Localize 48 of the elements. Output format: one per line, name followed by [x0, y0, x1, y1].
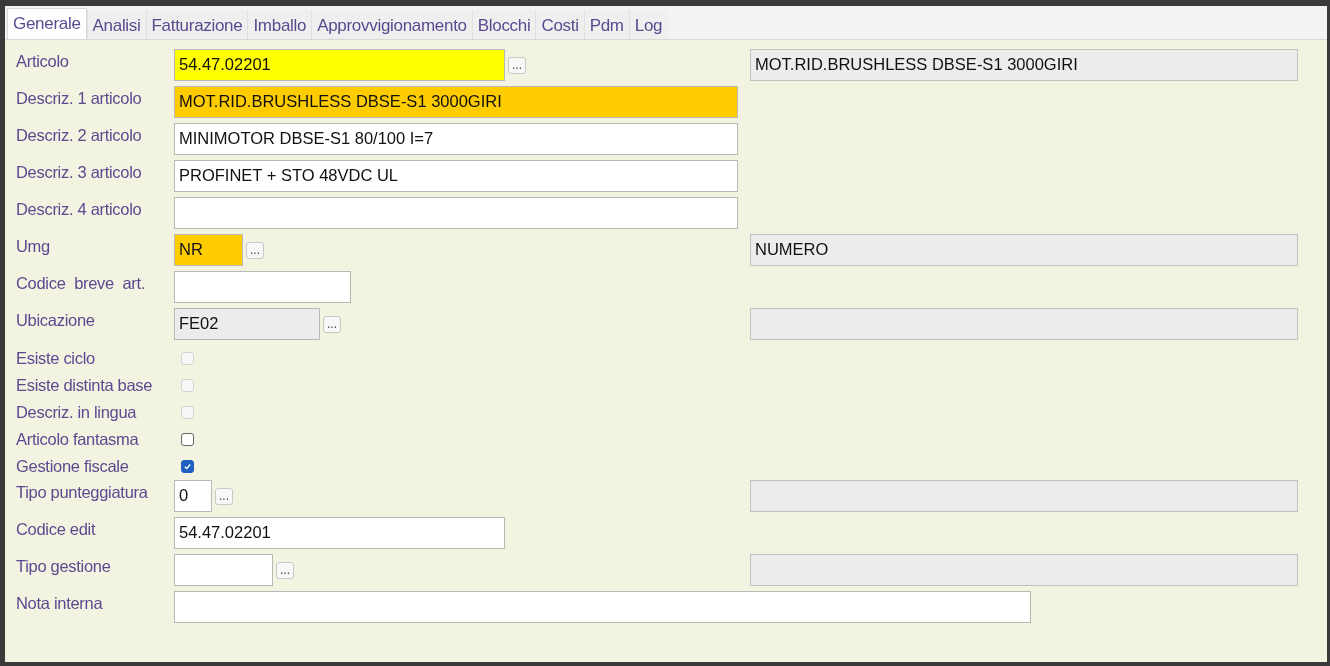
field-label: Descriz. 4 articolo: [15, 199, 143, 219]
tab[interactable]: Generale: [7, 8, 87, 39]
input-field[interactable]: [174, 197, 738, 229]
input-field[interactable]: FE02: [174, 308, 320, 340]
tab[interactable]: Imballo: [247, 10, 312, 39]
description-field: NUMERO: [750, 234, 1298, 266]
lookup-button[interactable]: ...: [276, 561, 294, 579]
field-label: Tipo punteggiatura: [15, 482, 149, 502]
lookup-button[interactable]: ...: [508, 56, 526, 74]
checkbox-label: Esiste ciclo: [15, 349, 96, 368]
tab[interactable]: Pdm: [583, 10, 629, 39]
tab[interactable]: Costi: [535, 10, 584, 39]
tab[interactable]: Fatturazione: [145, 10, 248, 39]
tab[interactable]: Log: [628, 10, 668, 39]
lookup-button[interactable]: ...: [246, 241, 264, 259]
field-label: Articolo: [15, 51, 70, 71]
field-label: Umg: [15, 236, 51, 256]
checkbox-label: Descriz. in lingua: [15, 403, 138, 422]
checkbox-label: Gestione fiscale: [15, 457, 130, 476]
input-field[interactable]: [174, 591, 1031, 623]
field-label: Descriz. 2 articolo: [15, 125, 143, 145]
checkbox[interactable]: [180, 460, 194, 473]
checkbox-label: Articolo fantasma: [15, 430, 140, 449]
field-label: Descriz. 3 articolo: [15, 162, 143, 182]
checkbox[interactable]: [180, 433, 194, 446]
checkmark-icon: [182, 462, 192, 471]
input-field[interactable]: MOT.RID.BRUSHLESS DBSE-S1 3000GIRI: [174, 86, 738, 118]
field-label: Nota interna: [15, 593, 104, 613]
field-label: Tipo gestione: [15, 556, 112, 576]
input-field[interactable]: 54.47.02201: [174, 517, 505, 549]
input-field[interactable]: PROFINET + STO 48VDC UL: [174, 160, 738, 192]
lookup-button[interactable]: ...: [323, 315, 341, 333]
lookup-button[interactable]: ...: [215, 487, 233, 505]
input-field[interactable]: NR: [174, 234, 243, 266]
description-field: MOT.RID.BRUSHLESS DBSE-S1 3000GIRI: [750, 49, 1298, 81]
tab[interactable]: Approvvigionamento: [311, 10, 472, 39]
input-field[interactable]: 0: [174, 480, 212, 512]
checkbox-label: Esiste distinta base: [15, 376, 154, 395]
field-label: Codice edit: [15, 519, 97, 539]
field-label: Ubicazione: [15, 310, 96, 330]
tab[interactable]: Blocchi: [471, 10, 536, 39]
tab[interactable]: Analisi: [86, 10, 146, 39]
input-field[interactable]: 54.47.02201: [174, 49, 505, 81]
input-field[interactable]: MINIMOTOR DBSE-S1 80/100 I=7: [174, 123, 738, 155]
field-label: Codice breve art.: [15, 273, 147, 293]
field-label: Descriz. 1 articolo: [15, 88, 143, 108]
input-field[interactable]: [174, 271, 351, 303]
input-field[interactable]: [174, 554, 273, 586]
